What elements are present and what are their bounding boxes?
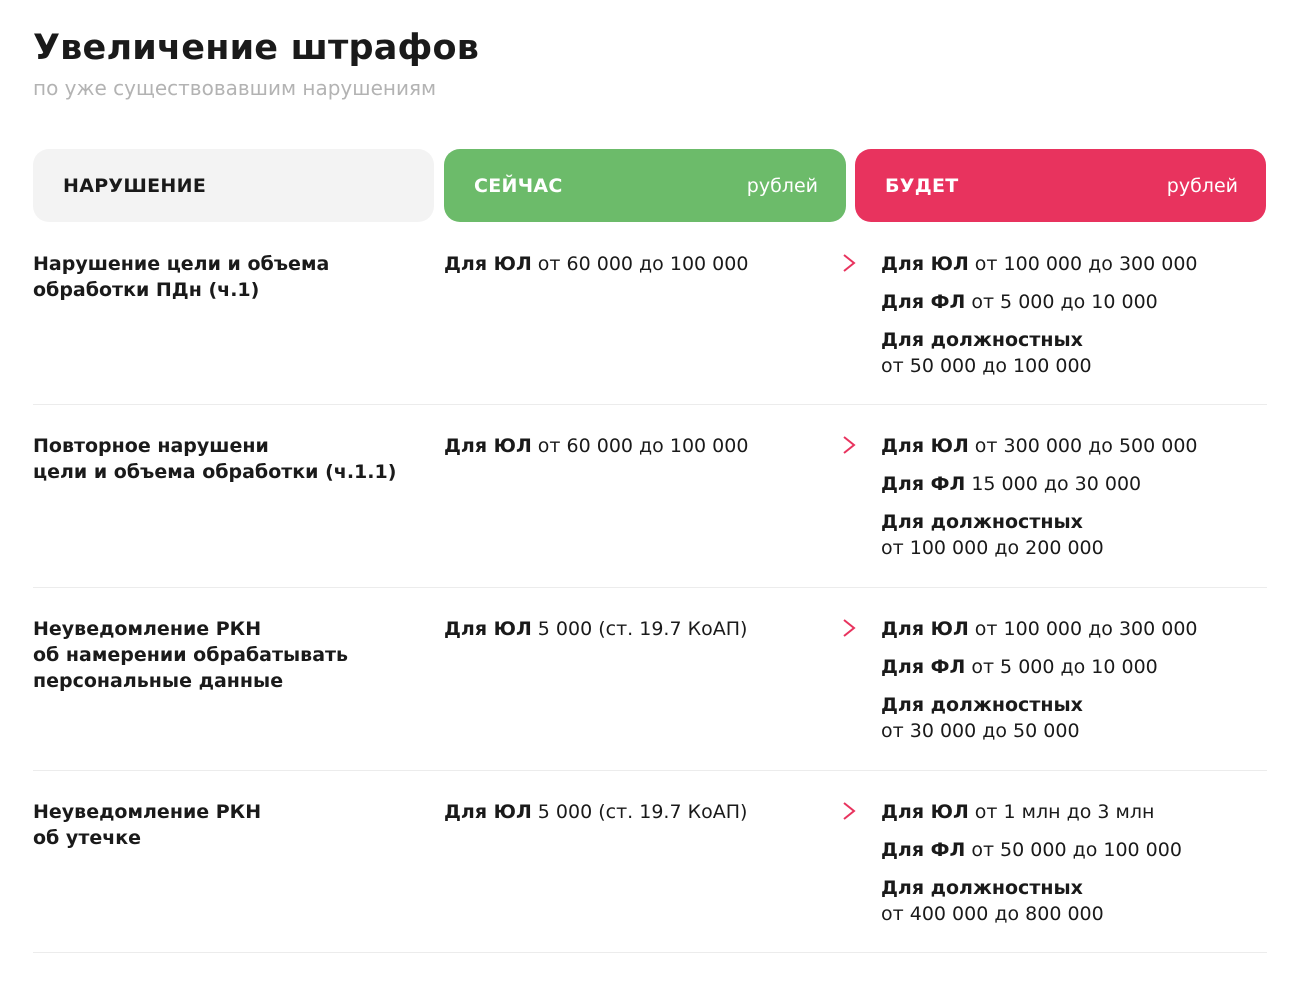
future-fines: Для ЮЛ от 1 млн до 3 млн Для ФЛ от 50 00… — [881, 799, 1182, 927]
column-header-now-label: СЕЙЧАС — [474, 174, 563, 197]
violation-text: Повторное нарушени цели и объема обработ… — [33, 435, 397, 483]
future-fine-official-label: Для должностных — [881, 694, 1083, 716]
now-fine-label: Для ЮЛ — [444, 253, 532, 275]
column-header-violation-label: НАРУШЕНИЕ — [63, 174, 207, 197]
now-fine-value: от 60 000 до 100 000 — [537, 253, 749, 275]
future-fine-official-value: от 100 000 до 200 000 — [881, 537, 1104, 559]
future-fine-fl: Для ФЛ 15 000 до 30 000 — [881, 471, 1198, 497]
future-fine-fl-value: от 5 000 до 10 000 — [971, 291, 1158, 313]
now-fine-value: от 60 000 до 100 000 — [537, 435, 749, 457]
now-fine-label: Для ЮЛ — [444, 801, 532, 823]
column-header-now-unit: рублей — [746, 174, 818, 197]
table-row: Неуведомление РКН об намерении обрабатыв… — [33, 588, 1267, 771]
table-row: Неуведомление РКН об утечке Для ЮЛ 5 000… — [33, 770, 1267, 953]
future-fine-official-value: от 50 000 до 100 000 — [881, 355, 1092, 377]
future-fine-ul-value: от 100 000 до 300 000 — [974, 253, 1198, 275]
now-fine-label: Для ЮЛ — [444, 435, 532, 457]
future-fine-ul: Для ЮЛ от 300 000 до 500 000 — [881, 433, 1198, 459]
right-arrow-icon — [781, 619, 856, 637]
future-fine-ul-label: Для ЮЛ — [881, 435, 969, 457]
fines-infographic: Увеличение штрафов по уже существовавшим… — [0, 0, 1309, 1000]
future-fine-fl-value: от 5 000 до 10 000 — [971, 656, 1158, 678]
now-fine: Для ЮЛ 5 000 (ст. 19.7 КоАП) — [444, 616, 747, 642]
future-fine-fl-label: Для ФЛ — [881, 291, 966, 313]
now-fine: Для ЮЛ 5 000 (ст. 19.7 КоАП) — [444, 799, 747, 825]
column-header-now: СЕЙЧАС рублей — [444, 149, 846, 222]
future-fine-ul-value: от 300 000 до 500 000 — [974, 435, 1198, 457]
future-fine-fl-label: Для ФЛ — [881, 656, 966, 678]
right-arrow-icon — [781, 436, 856, 454]
future-fine-official-label: Для должностных — [881, 511, 1083, 533]
violation-text: Неуведомление РКН об намерении обрабатыв… — [33, 618, 349, 692]
table-row: Нарушение цели и объема обработки ПДн (ч… — [33, 222, 1267, 405]
future-fine-ul-value: от 1 млн до 3 млн — [974, 801, 1155, 823]
column-header-will-unit: рублей — [1166, 174, 1238, 197]
future-fines: Для ЮЛ от 300 000 до 500 000 Для ФЛ 15 0… — [881, 433, 1198, 561]
violation-text: Неуведомление РКН об утечке — [33, 801, 262, 849]
future-fine-official-label: Для должностных — [881, 329, 1083, 351]
now-fine: Для ЮЛ от 60 000 до 100 000 — [444, 251, 748, 277]
future-fine-fl-label: Для ФЛ — [881, 473, 966, 495]
future-fine-ul: Для ЮЛ от 100 000 до 300 000 — [881, 251, 1198, 277]
column-header-will-label: БУДЕТ — [885, 174, 959, 197]
future-fine-ul-value: от 100 000 до 300 000 — [974, 618, 1198, 640]
now-fine: Для ЮЛ от 60 000 до 100 000 — [444, 433, 748, 459]
future-fine-ul: Для ЮЛ от 100 000 до 300 000 — [881, 616, 1198, 642]
page-title: Увеличение штрафов — [33, 28, 480, 68]
future-fine-fl: Для ФЛ от 5 000 до 10 000 — [881, 289, 1198, 315]
future-fine-official-label: Для должностных — [881, 877, 1083, 899]
future-fine-ul-label: Для ЮЛ — [881, 253, 969, 275]
future-fine-ul: Для ЮЛ от 1 млн до 3 млн — [881, 799, 1182, 825]
right-arrow-icon — [781, 254, 856, 272]
future-fines: Для ЮЛ от 100 000 до 300 000 Для ФЛ от 5… — [881, 251, 1198, 379]
now-fine-label: Для ЮЛ — [444, 618, 532, 640]
page-subtitle: по уже существовавшим нарушениям — [33, 76, 437, 100]
future-fine-fl-value: от 50 000 до 100 000 — [971, 839, 1182, 861]
future-fine-fl: Для ФЛ от 50 000 до 100 000 — [881, 837, 1182, 863]
table-row: Повторное нарушени цели и объема обработ… — [33, 405, 1267, 588]
column-header-will: БУДЕТ рублей — [855, 149, 1266, 222]
now-fine-value: 5 000 (ст. 19.7 КоАП) — [537, 801, 748, 823]
right-arrow-icon — [781, 802, 856, 820]
future-fine-fl: Для ФЛ от 5 000 до 10 000 — [881, 654, 1198, 680]
now-fine-value: 5 000 (ст. 19.7 КоАП) — [537, 618, 748, 640]
future-fine-official-value: от 400 000 до 800 000 — [881, 903, 1104, 925]
future-fine-fl-value: 15 000 до 30 000 — [971, 473, 1142, 495]
future-fines: Для ЮЛ от 100 000 до 300 000 Для ФЛ от 5… — [881, 616, 1198, 744]
future-fine-official-value: от 30 000 до 50 000 — [881, 720, 1080, 742]
future-fine-ul-label: Для ЮЛ — [881, 801, 969, 823]
future-fine-fl-label: Для ФЛ — [881, 839, 966, 861]
column-header-violation: НАРУШЕНИЕ — [33, 149, 434, 222]
violation-text: Нарушение цели и объема обработки ПДн (ч… — [33, 253, 330, 301]
future-fine-ul-label: Для ЮЛ — [881, 618, 969, 640]
